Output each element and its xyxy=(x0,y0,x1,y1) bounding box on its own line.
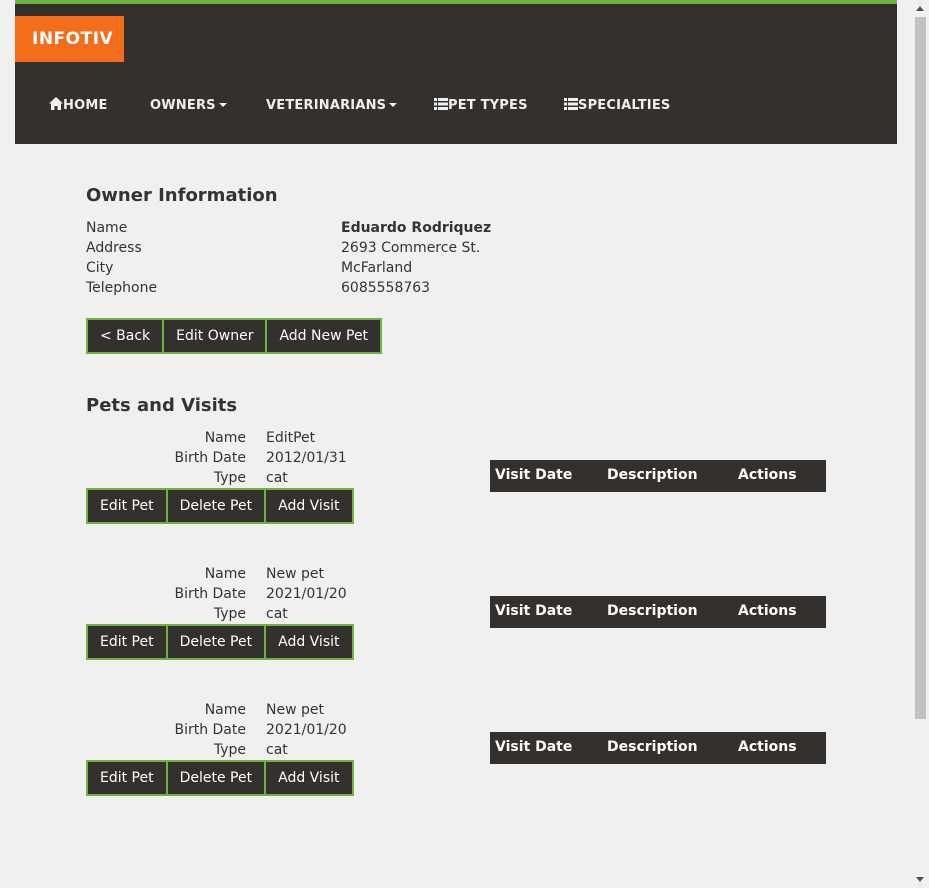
owner-actions: < Back Edit Owner Add New Pet xyxy=(86,318,383,354)
list-icon xyxy=(564,98,578,110)
pet-type-label: Type xyxy=(213,606,246,622)
back-button[interactable]: < Back xyxy=(88,320,163,352)
scroll-down-icon[interactable] xyxy=(916,877,924,882)
owner-telephone-label: Telephone xyxy=(86,280,158,296)
nav-veterinarians-label: VETERINARIANS xyxy=(266,98,387,113)
description-header: Description xyxy=(607,603,698,619)
owner-name-value: Eduardo Rodriquez xyxy=(341,220,492,236)
description-header: Description xyxy=(607,739,698,755)
visit-date-header: Visit Date xyxy=(495,739,573,755)
pet-actions: Edit Pet Delete Pet Add Visit xyxy=(86,488,354,524)
actions-header: Actions xyxy=(738,603,797,619)
visit-date-header: Visit Date xyxy=(495,603,573,619)
pet-name-label: Name xyxy=(204,702,246,718)
pet-birth-date-value: 2021/01/20 xyxy=(266,722,347,738)
pet-birth-date-label: Birth Date xyxy=(174,722,246,738)
nav-veterinarians[interactable]: VETERINARIANS xyxy=(266,84,398,128)
owner-city-value: McFarland xyxy=(341,260,413,276)
visits-table-header: Visit Date Description Actions xyxy=(490,732,826,764)
edit-pet-button[interactable]: Edit Pet xyxy=(88,626,166,658)
nav-pet-types-label: PET TYPES xyxy=(448,98,528,113)
pet-entry: Name EditPet Birth Date 2012/01/31 Type … xyxy=(86,428,826,540)
delete-pet-button[interactable]: Delete Pet xyxy=(167,490,265,522)
add-visit-button[interactable]: Add Visit xyxy=(266,490,352,522)
nav-home-label: HOME xyxy=(63,98,108,113)
vertical-scrollbar[interactable] xyxy=(912,0,929,888)
pet-name-value: EditPet xyxy=(266,430,316,446)
pet-name-label: Name xyxy=(204,430,246,446)
pet-actions: Edit Pet Delete Pet Add Visit xyxy=(86,760,354,796)
list-icon xyxy=(434,98,448,110)
pet-entry: Name New pet Birth Date 2021/01/20 Type … xyxy=(86,700,826,812)
add-visit-button[interactable]: Add Visit xyxy=(266,762,352,794)
nav-specialties-label: SPECIALTIES xyxy=(578,98,671,113)
chevron-down-icon xyxy=(389,103,398,107)
scroll-up-icon[interactable] xyxy=(916,6,924,11)
pet-type-label: Type xyxy=(213,470,246,486)
pet-birth-date-label: Birth Date xyxy=(174,450,246,466)
brand-logo[interactable]: INFOTIV xyxy=(15,16,124,62)
pet-actions: Edit Pet Delete Pet Add Visit xyxy=(86,624,354,660)
owner-city-label: City xyxy=(86,260,114,276)
pet-type-value: cat xyxy=(266,742,288,758)
nav-home[interactable]: HOME xyxy=(49,84,108,128)
pet-entry: Name New pet Birth Date 2021/01/20 Type … xyxy=(86,564,826,676)
main-nav: HOME OWNERS VETERINARIANS PET TYPES SPEC… xyxy=(15,84,897,128)
owner-telephone-value: 6085558763 xyxy=(341,280,431,296)
edit-pet-button[interactable]: Edit Pet xyxy=(88,762,166,794)
pet-type-value: cat xyxy=(266,606,288,622)
visits-table-header: Visit Date Description Actions xyxy=(490,596,826,628)
actions-header: Actions xyxy=(738,739,797,755)
edit-pet-button[interactable]: Edit Pet xyxy=(88,490,166,522)
nav-pet-types[interactable]: PET TYPES xyxy=(434,84,528,128)
description-header: Description xyxy=(607,467,698,483)
page: INFOTIV HOME OWNERS VETERINARIANS PET TY… xyxy=(0,0,912,888)
pet-type-value: cat xyxy=(266,470,288,486)
owner-name-label: Name xyxy=(86,220,128,236)
edit-owner-button[interactable]: Edit Owner xyxy=(164,320,266,352)
nav-owners[interactable]: OWNERS xyxy=(150,84,227,128)
visits-table-header: Visit Date Description Actions xyxy=(490,460,826,492)
scrollbar-thumb[interactable] xyxy=(915,17,926,719)
owner-info-heading: Owner Information xyxy=(86,185,278,206)
nav-specialties[interactable]: SPECIALTIES xyxy=(564,84,671,128)
nav-owners-label: OWNERS xyxy=(150,98,216,113)
pet-type-label: Type xyxy=(213,742,246,758)
navbar: INFOTIV HOME OWNERS VETERINARIANS PET TY… xyxy=(15,0,897,144)
delete-pet-button[interactable]: Delete Pet xyxy=(167,762,265,794)
chevron-down-icon xyxy=(218,103,227,107)
pet-birth-date-value: 2021/01/20 xyxy=(266,586,347,602)
add-new-pet-button[interactable]: Add New Pet xyxy=(267,320,381,352)
owner-address-label: Address xyxy=(86,240,142,256)
actions-header: Actions xyxy=(738,467,797,483)
pet-name-value: New pet xyxy=(266,566,324,582)
owner-address-value: 2693 Commerce St. xyxy=(341,240,481,256)
home-icon xyxy=(49,97,63,110)
pet-name-label: Name xyxy=(204,566,246,582)
delete-pet-button[interactable]: Delete Pet xyxy=(167,626,265,658)
add-visit-button[interactable]: Add Visit xyxy=(266,626,352,658)
pet-name-value: New pet xyxy=(266,702,324,718)
pet-birth-date-label: Birth Date xyxy=(174,586,246,602)
pets-visits-heading: Pets and Visits xyxy=(86,395,238,416)
pet-birth-date-value: 2012/01/31 xyxy=(266,450,347,466)
visit-date-header: Visit Date xyxy=(495,467,573,483)
